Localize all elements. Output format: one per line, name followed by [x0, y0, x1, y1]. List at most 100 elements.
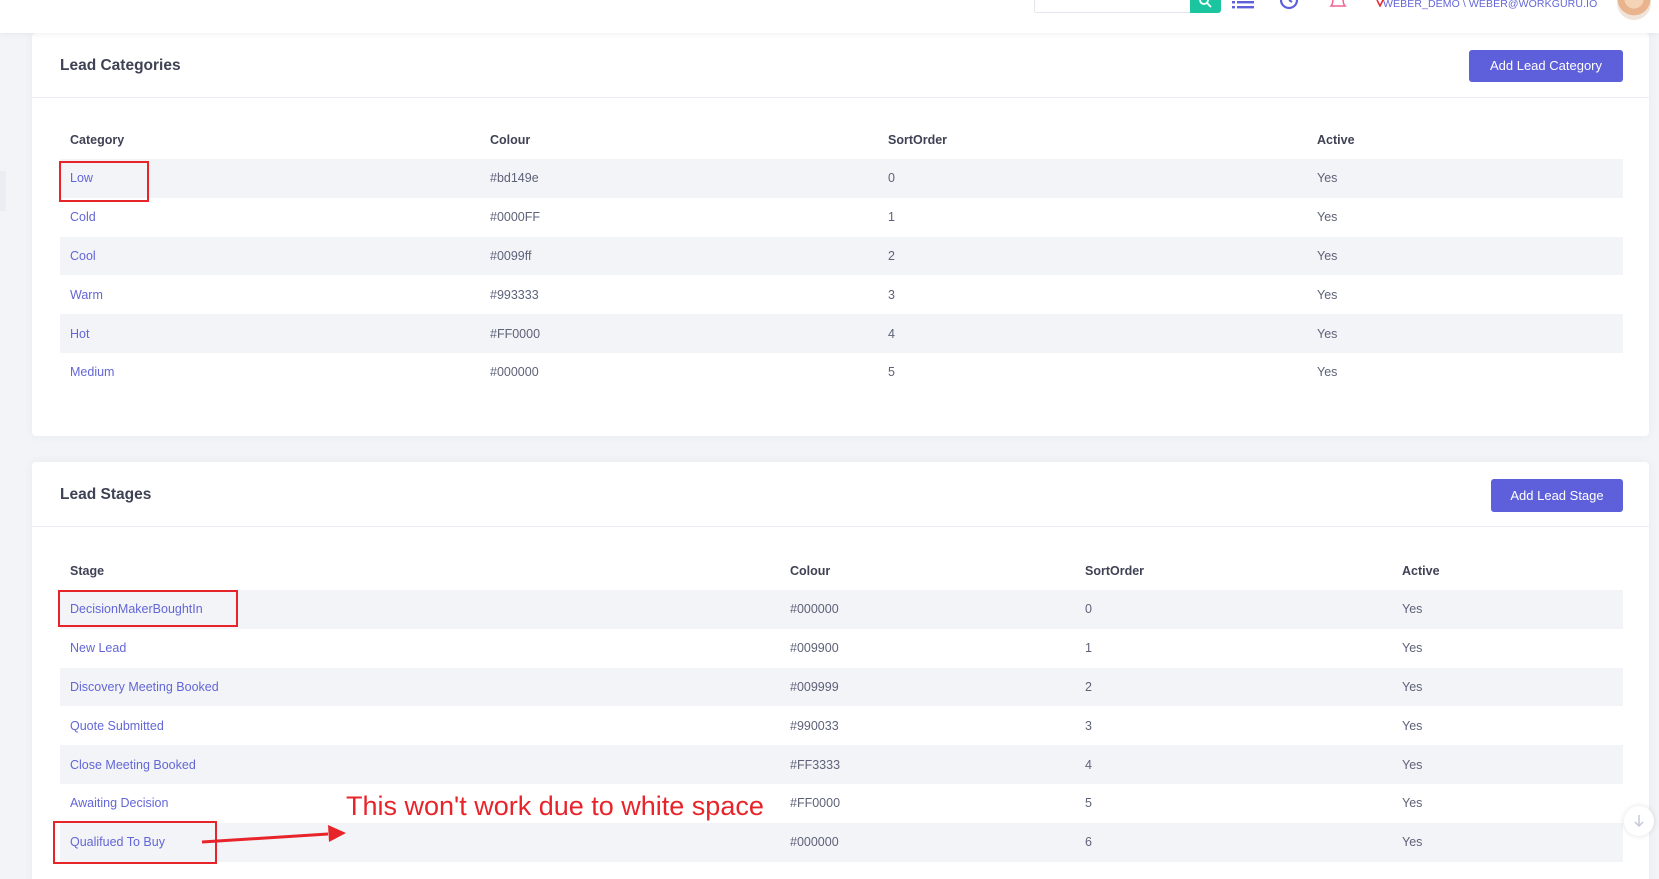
lead-stages-title: Lead Stages: [60, 486, 152, 503]
table-row: Discovery Meeting Booked #009999 2 Yes: [60, 667, 1623, 707]
lead-stages-table: Stage Colour SortOrder Active DecisionMa…: [60, 552, 1623, 862]
lead-categories-header: Lead Categories Add Lead Category: [32, 33, 1649, 98]
table-row: Close Meeting Booked #FF3333 4 Yes: [60, 745, 1623, 784]
colour-cell: #009999: [780, 667, 1075, 707]
stage-link[interactable]: New Lead: [70, 641, 126, 655]
category-link[interactable]: Hot: [70, 327, 89, 341]
stage-link[interactable]: Awaiting Decision: [70, 796, 168, 810]
category-link[interactable]: Warm: [70, 288, 103, 302]
category-cell: Cool: [60, 236, 480, 276]
sortorder-cell: 3: [888, 287, 895, 302]
sortorder-cell: 3: [1085, 718, 1092, 733]
lead-categories-title: Lead Categories: [60, 57, 181, 74]
clock-icon[interactable]: [1278, 0, 1300, 11]
table-header-row: Stage Colour SortOrder Active: [60, 552, 1623, 590]
stage-link[interactable]: Close Meeting Booked: [70, 758, 196, 772]
stage-cell: DecisionMakerBoughtIn: [60, 590, 780, 629]
column-header-active[interactable]: Active: [1307, 121, 1623, 159]
sortorder-cell: 0: [878, 159, 1307, 198]
table-row: Awaiting Decision #FF0000 5 Yes: [60, 784, 1623, 823]
stage-cell: Discovery Meeting Booked: [60, 667, 780, 707]
colour-cell: #993333: [490, 287, 539, 302]
column-header-stage[interactable]: Stage: [60, 552, 780, 590]
sortorder-cell: 5: [1085, 796, 1092, 811]
add-lead-category-button[interactable]: Add Lead Category: [1469, 50, 1623, 82]
active-cell: Yes: [1307, 159, 1623, 198]
table-row: Cold #0000FF 1 Yes: [60, 198, 1623, 237]
table-row: New Lead #009900 1 Yes: [60, 629, 1623, 668]
list-icon[interactable]: [1232, 0, 1254, 10]
scroll-down-button[interactable]: [1624, 806, 1654, 836]
arrow-down-icon: [1634, 815, 1644, 828]
add-lead-stage-button[interactable]: Add Lead Stage: [1491, 479, 1623, 512]
active-cell: Yes: [1402, 641, 1423, 656]
table-row: DecisionMakerBoughtIn #000000 0 Yes: [60, 590, 1623, 629]
active-cell: Yes: [1317, 210, 1338, 225]
column-header-active[interactable]: Active: [1392, 552, 1623, 590]
search-input[interactable]: [1034, 0, 1192, 13]
sortorder-cell: 2: [1075, 667, 1392, 707]
column-header-colour[interactable]: Colour: [780, 552, 1075, 590]
sidebar-tab[interactable]: [0, 171, 6, 211]
colour-cell: #FF0000: [480, 314, 878, 353]
category-link[interactable]: Cold: [70, 210, 96, 224]
annotation-text: This won't work due to white space: [346, 791, 764, 821]
colour-cell: #009900: [790, 641, 839, 656]
colour-cell: #000000: [490, 365, 539, 380]
active-cell: Yes: [1392, 590, 1623, 629]
search-icon: [1199, 0, 1212, 8]
category-link[interactable]: Low: [70, 171, 93, 185]
category-cell: Hot: [60, 314, 480, 353]
category-cell: Cold: [60, 198, 480, 237]
category-link[interactable]: Cool: [70, 249, 96, 263]
user-label[interactable]: WEBER_DEMO \ WEBER@WORKGURU.IO: [1383, 0, 1597, 10]
lead-categories-card: Lead Categories Add Lead Category Catego…: [32, 33, 1649, 436]
active-cell: Yes: [1392, 667, 1623, 707]
column-header-sortorder[interactable]: SortOrder: [878, 121, 1307, 159]
sortorder-cell: 1: [1085, 641, 1092, 656]
stage-link[interactable]: Qualifued To Buy: [70, 835, 165, 849]
colour-cell: #FF3333: [780, 745, 1075, 784]
category-cell: Medium: [60, 353, 480, 392]
sortorder-cell: 0: [1075, 590, 1392, 629]
sortorder-cell: 2: [878, 236, 1307, 276]
stage-cell: Qualifued To Buy: [60, 822, 780, 862]
lead-stages-header: Lead Stages Add Lead Stage: [32, 462, 1649, 527]
active-cell: Yes: [1307, 314, 1623, 353]
table-row: Cool #0099ff 2 Yes: [60, 236, 1623, 276]
active-cell: Yes: [1402, 796, 1423, 811]
search-button[interactable]: [1190, 0, 1221, 13]
column-header-sortorder[interactable]: SortOrder: [1075, 552, 1392, 590]
stage-cell: New Lead: [60, 629, 780, 668]
table-header-row: Category Colour SortOrder Active: [60, 121, 1623, 159]
table-row: Warm #993333 3 Yes: [60, 275, 1623, 314]
column-header-colour[interactable]: Colour: [480, 121, 878, 159]
lead-stages-card: Lead Stages Add Lead Stage Stage Colour …: [32, 462, 1649, 879]
active-cell: Yes: [1392, 745, 1623, 784]
colour-cell: #0000FF: [490, 210, 541, 225]
column-header-category[interactable]: Category: [60, 121, 480, 159]
avatar[interactable]: [1617, 0, 1651, 20]
active-cell: Yes: [1317, 365, 1338, 380]
colour-cell: #bd149e: [480, 159, 878, 198]
stage-cell: Close Meeting Booked: [60, 745, 780, 784]
stage-link[interactable]: Quote Submitted: [70, 719, 164, 733]
category-cell: Low: [60, 159, 480, 198]
active-cell: Yes: [1307, 236, 1623, 276]
lead-categories-table: Category Colour SortOrder Active Low #bd…: [60, 121, 1623, 392]
stage-link[interactable]: DecisionMakerBoughtIn: [70, 602, 203, 616]
category-cell: Warm: [60, 275, 480, 314]
active-cell: Yes: [1317, 287, 1338, 302]
colour-cell: #0099ff: [480, 236, 878, 276]
stage-link[interactable]: Discovery Meeting Booked: [70, 680, 219, 694]
colour-cell: #000000: [780, 590, 1075, 629]
table-row: Low #bd149e 0 Yes: [60, 159, 1623, 198]
sortorder-cell: 5: [888, 365, 895, 380]
bell-icon[interactable]: [1328, 0, 1348, 10]
table-row: Quote Submitted #990033 3 Yes: [60, 706, 1623, 745]
sortorder-cell: 4: [1075, 745, 1392, 784]
category-link[interactable]: Medium: [70, 365, 114, 379]
table-row: Hot #FF0000 4 Yes: [60, 314, 1623, 353]
sortorder-cell: 4: [878, 314, 1307, 353]
sortorder-cell: 6: [1075, 822, 1392, 862]
